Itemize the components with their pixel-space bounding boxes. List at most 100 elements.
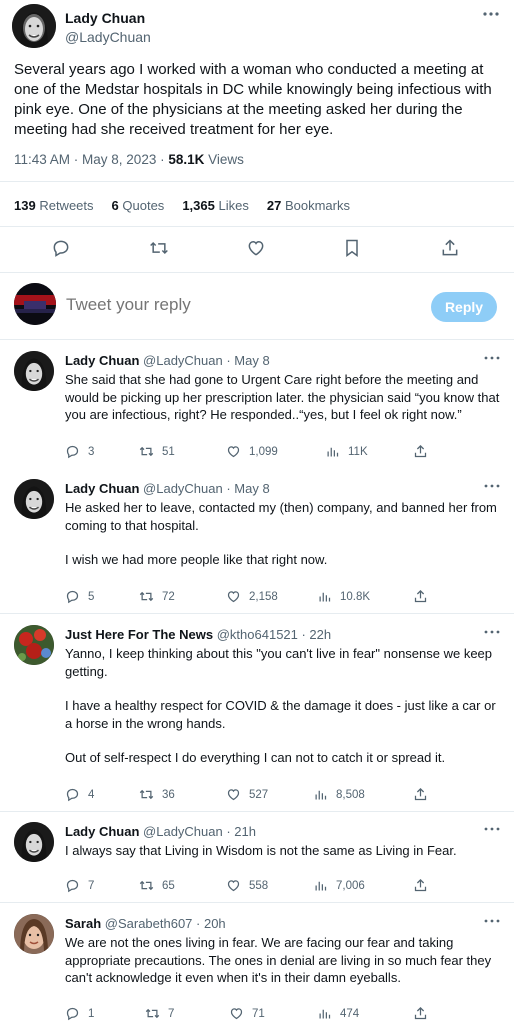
reply-count: 1 — [88, 1007, 95, 1020]
more-icon[interactable] — [482, 822, 502, 836]
reply-actions: 3 51 1,099 11K — [65, 444, 495, 462]
retweet-count: 36 — [162, 788, 175, 801]
like-icon — [227, 789, 240, 801]
author-name[interactable]: Lady Chuan — [65, 824, 139, 839]
reply-action[interactable]: 4 — [65, 787, 94, 802]
retweet-icon — [145, 1008, 160, 1019]
reply-button[interactable]: Reply — [431, 292, 497, 322]
reply-text: He asked her to leave, contacted my (the… — [65, 499, 503, 569]
author-name[interactable]: Sarah — [65, 916, 101, 931]
views-action[interactable]: 8,508 — [313, 787, 365, 802]
avatar[interactable] — [12, 4, 56, 48]
share-action[interactable] — [413, 878, 428, 893]
reply-input[interactable] — [66, 295, 366, 315]
reply-actions: 5 72 2,158 10.8K — [65, 589, 495, 607]
like-action[interactable]: 558 — [226, 878, 268, 893]
reply-count: 4 — [88, 788, 95, 801]
tweet-text: Several years ago I worked with a woman … — [14, 61, 492, 138]
like-count: 71 — [252, 1007, 265, 1020]
reply-text: I always say that Living in Wisdom is no… — [65, 842, 503, 860]
views-action[interactable]: 11K — [325, 444, 368, 459]
views-action[interactable]: 474 — [317, 1006, 359, 1021]
views-icon — [319, 1009, 331, 1019]
reply-paragraph: I have a healthy respect for COVID & the… — [65, 698, 496, 731]
author-handle[interactable]: @LadyChuan · 21h — [143, 824, 256, 839]
more-icon[interactable] — [482, 479, 502, 493]
more-icon[interactable] — [482, 625, 502, 639]
author-name[interactable]: Lady Chuan — [65, 481, 139, 496]
reply-action[interactable]: 7 — [65, 878, 94, 893]
share-icon[interactable] — [440, 238, 462, 260]
share-icon — [414, 444, 427, 458]
share-action[interactable] — [413, 1006, 428, 1021]
retweet-action[interactable]: 72 — [139, 589, 175, 604]
avatar[interactable] — [14, 479, 54, 519]
views-action[interactable]: 7,006 — [313, 878, 365, 893]
like-action[interactable]: 71 — [229, 1006, 265, 1021]
reply-header: Sarah @Sarabeth607 · 20h — [65, 916, 226, 931]
reply-action[interactable]: 1 — [65, 1006, 94, 1021]
author-name[interactable]: Lady Chuan — [65, 10, 145, 26]
reply-actions: 7 65 558 7,006 — [65, 878, 495, 896]
divider — [0, 181, 514, 182]
retweet-icon[interactable] — [149, 238, 171, 260]
reply-text: She said that she had gone to Urgent Car… — [65, 371, 503, 424]
divider — [0, 226, 514, 227]
reply-tweet[interactable]: Lady Chuan @LadyChuan · 21h I always say… — [0, 822, 514, 896]
author-handle[interactable]: @ktho641521 · 22h — [217, 627, 331, 642]
like-action[interactable]: 1,099 — [226, 444, 278, 459]
tweet-timestamp[interactable]: 11:43 AM · May 8, 2023 · — [14, 152, 168, 167]
author-handle[interactable]: @LadyChuan — [65, 29, 151, 45]
author-name[interactable]: Just Here For The News — [65, 627, 213, 642]
like-count: 527 — [249, 788, 269, 801]
avatar[interactable] — [14, 625, 54, 665]
bookmarks-count: 27 — [266, 198, 282, 213]
author-name[interactable]: Lady Chuan — [65, 353, 139, 368]
like-action[interactable]: 527 — [226, 787, 268, 802]
reply-action[interactable]: 3 — [65, 444, 94, 459]
more-icon[interactable] — [482, 351, 502, 365]
likes-stat[interactable]: 1,365 Likes — [182, 198, 249, 213]
reply-tweet[interactable]: Lady Chuan @LadyChuan · May 8 He asked h… — [0, 479, 514, 607]
divider — [0, 902, 514, 903]
avatar[interactable] — [14, 914, 54, 954]
retweet-action[interactable]: 65 — [139, 878, 175, 893]
reply-header: Lady Chuan @LadyChuan · May 8 — [65, 353, 270, 368]
avatar[interactable] — [14, 351, 54, 391]
reply-tweet[interactable]: Lady Chuan @LadyChuan · May 8 She said t… — [0, 351, 514, 469]
retweets-count: 139 — [14, 198, 36, 213]
reply-count: 7 — [88, 879, 95, 892]
divider — [0, 613, 514, 614]
reply-action[interactable]: 5 — [65, 589, 94, 604]
quotes-stat[interactable]: 6 Quotes — [112, 198, 165, 213]
like-action[interactable]: 2,158 — [226, 589, 278, 604]
reply-header: Lady Chuan @LadyChuan · 21h — [65, 824, 256, 839]
more-icon[interactable] — [482, 914, 502, 928]
share-action[interactable] — [413, 589, 428, 604]
reply-icon — [66, 445, 79, 459]
reply-paragraph: Yanno, I keep thinking about this "you c… — [65, 646, 493, 679]
retweet-action[interactable]: 7 — [145, 1006, 174, 1021]
author-handle[interactable]: @LadyChuan · May 8 — [143, 481, 270, 496]
more-icon[interactable] — [480, 6, 502, 22]
views-action[interactable]: 10.8K — [317, 589, 370, 604]
share-action[interactable] — [413, 787, 428, 802]
bookmark-icon[interactable] — [342, 238, 364, 260]
likes-label: Likes — [218, 198, 249, 213]
retweet-action[interactable]: 36 — [139, 787, 175, 802]
retweet-action[interactable]: 51 — [139, 444, 175, 459]
share-action[interactable] — [413, 444, 428, 459]
retweet-icon — [139, 446, 154, 457]
like-icon — [227, 446, 240, 458]
like-icon[interactable] — [246, 238, 268, 260]
author-handle[interactable]: @LadyChuan · May 8 — [143, 353, 270, 368]
reply-tweet[interactable]: Just Here For The News @ktho641521 · 22h… — [0, 625, 514, 805]
retweets-stat[interactable]: 139 Retweets — [14, 198, 94, 213]
author-handle[interactable]: @Sarabeth607 · 20h — [105, 916, 226, 931]
reply-tweet[interactable]: Sarah @Sarabeth607 · 20h We are not the … — [0, 914, 514, 1024]
avatar[interactable] — [14, 822, 54, 862]
reply-icon[interactable] — [51, 238, 73, 260]
views-count: 58.1K — [168, 152, 205, 167]
tweet-actions — [0, 234, 514, 264]
bookmarks-stat[interactable]: 27 Bookmarks — [267, 198, 350, 213]
